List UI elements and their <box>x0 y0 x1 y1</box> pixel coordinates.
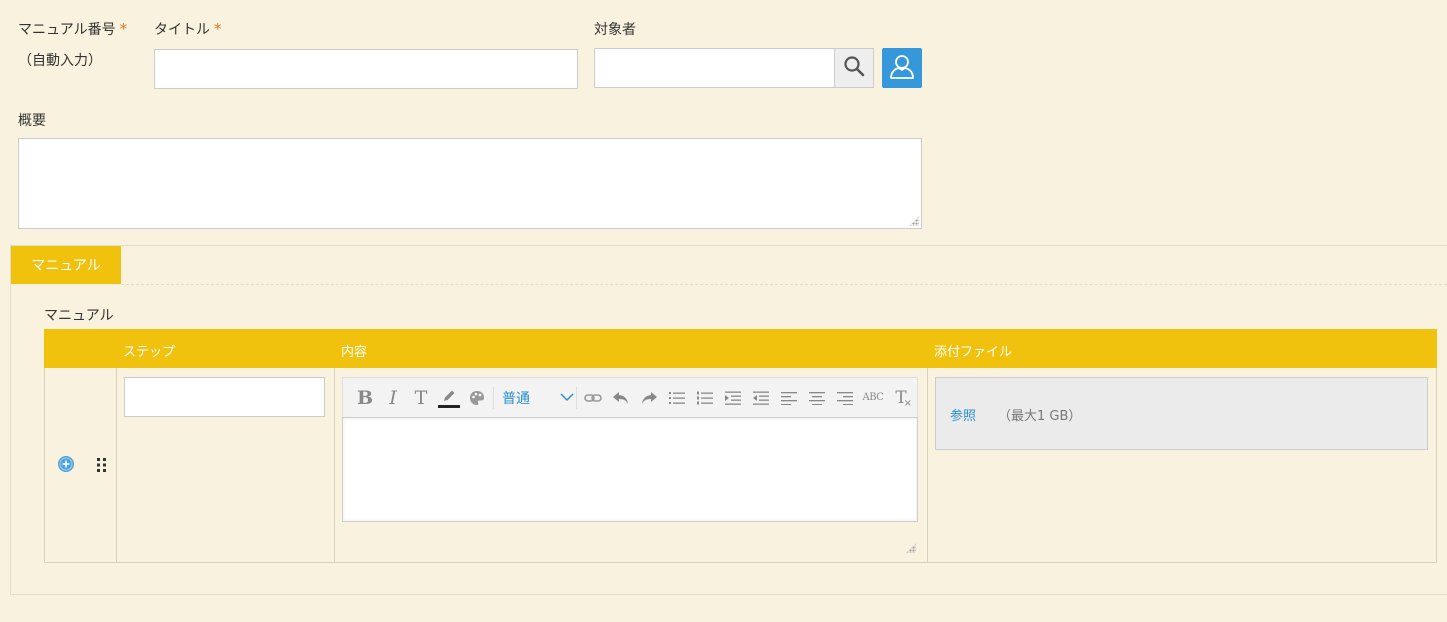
align-left-icon[interactable] <box>775 384 803 412</box>
align-center-icon[interactable] <box>803 384 831 412</box>
indent-icon[interactable] <box>719 384 747 412</box>
palette-icon[interactable] <box>463 384 491 412</box>
user-select-button[interactable] <box>882 48 922 88</box>
toolbar-separator <box>576 386 577 409</box>
italic-icon[interactable]: I <box>379 384 407 412</box>
pen-color-icon[interactable] <box>435 384 463 412</box>
summary-label: 概要 <box>18 113 46 129</box>
link-icon[interactable] <box>579 384 607 412</box>
plus-circle-icon <box>57 456 75 477</box>
column-header-attachment: 添付ファイル <box>934 345 1013 360</box>
search-icon <box>843 55 865 81</box>
bulleted-list-icon[interactable] <box>663 384 691 412</box>
title-input[interactable] <box>154 49 578 89</box>
attachment-dropzone[interactable]: 参照 （最大1 GB） <box>935 377 1428 450</box>
manual-number-label-text: マニュアル番号 <box>18 22 116 38</box>
outdent-icon[interactable] <box>747 384 775 412</box>
text-format-icon[interactable]: T <box>407 384 435 412</box>
required-mark: * <box>214 20 222 38</box>
auto-input-note: （自動入力） <box>18 53 102 69</box>
column-header-content: 内容 <box>341 345 368 360</box>
file-size-limit: （最大1 GB） <box>998 409 1082 424</box>
drag-handle[interactable] <box>96 457 108 473</box>
column-divider <box>334 368 335 562</box>
column-divider <box>116 368 117 562</box>
editor-resize-handle[interactable] <box>906 543 916 553</box>
resize-handle-icon[interactable] <box>909 216 919 226</box>
numbered-list-icon[interactable] <box>691 384 719 412</box>
step-input[interactable] <box>124 377 325 417</box>
column-header-step: ステップ <box>123 345 176 360</box>
align-right-icon[interactable] <box>831 384 859 412</box>
required-mark: * <box>119 20 128 38</box>
bold-icon[interactable]: B <box>351 384 379 412</box>
target-input[interactable] <box>594 48 835 88</box>
browse-link[interactable]: 参照 <box>950 405 976 424</box>
search-button[interactable] <box>835 48 874 88</box>
resize-handle-icon <box>906 543 916 553</box>
drag-dots-icon <box>96 458 108 477</box>
column-divider <box>927 368 928 562</box>
format-select-value: 普通 <box>502 390 530 407</box>
undo-icon[interactable] <box>607 384 635 412</box>
title-label: タイトル * <box>154 19 222 39</box>
add-row-button[interactable] <box>57 455 75 473</box>
title-label-text: タイトル <box>154 22 210 38</box>
tab-manual[interactable]: マニュアル <box>11 246 121 284</box>
summary-textarea[interactable] <box>18 138 922 229</box>
format-select[interactable]: 普通 <box>496 384 574 412</box>
clear-format-icon[interactable]: T × <box>887 384 915 412</box>
editor-toolbar: B I T 普通 ABC T × <box>342 377 918 417</box>
manual-number-label: マニュアル番号 * <box>18 19 127 39</box>
grid-header: ステップ 内容 添付ファイル <box>44 329 1437 368</box>
spellcheck-icon[interactable]: ABC <box>859 384 887 412</box>
toolbar-separator <box>493 386 494 409</box>
chevron-down-icon <box>560 390 574 406</box>
manual-section-label: マニュアル <box>44 308 114 324</box>
target-label: 対象者 <box>594 22 636 38</box>
content-editor[interactable] <box>342 417 918 522</box>
redo-icon[interactable] <box>635 384 663 412</box>
user-icon <box>888 52 916 84</box>
tab-divider <box>121 284 1447 285</box>
